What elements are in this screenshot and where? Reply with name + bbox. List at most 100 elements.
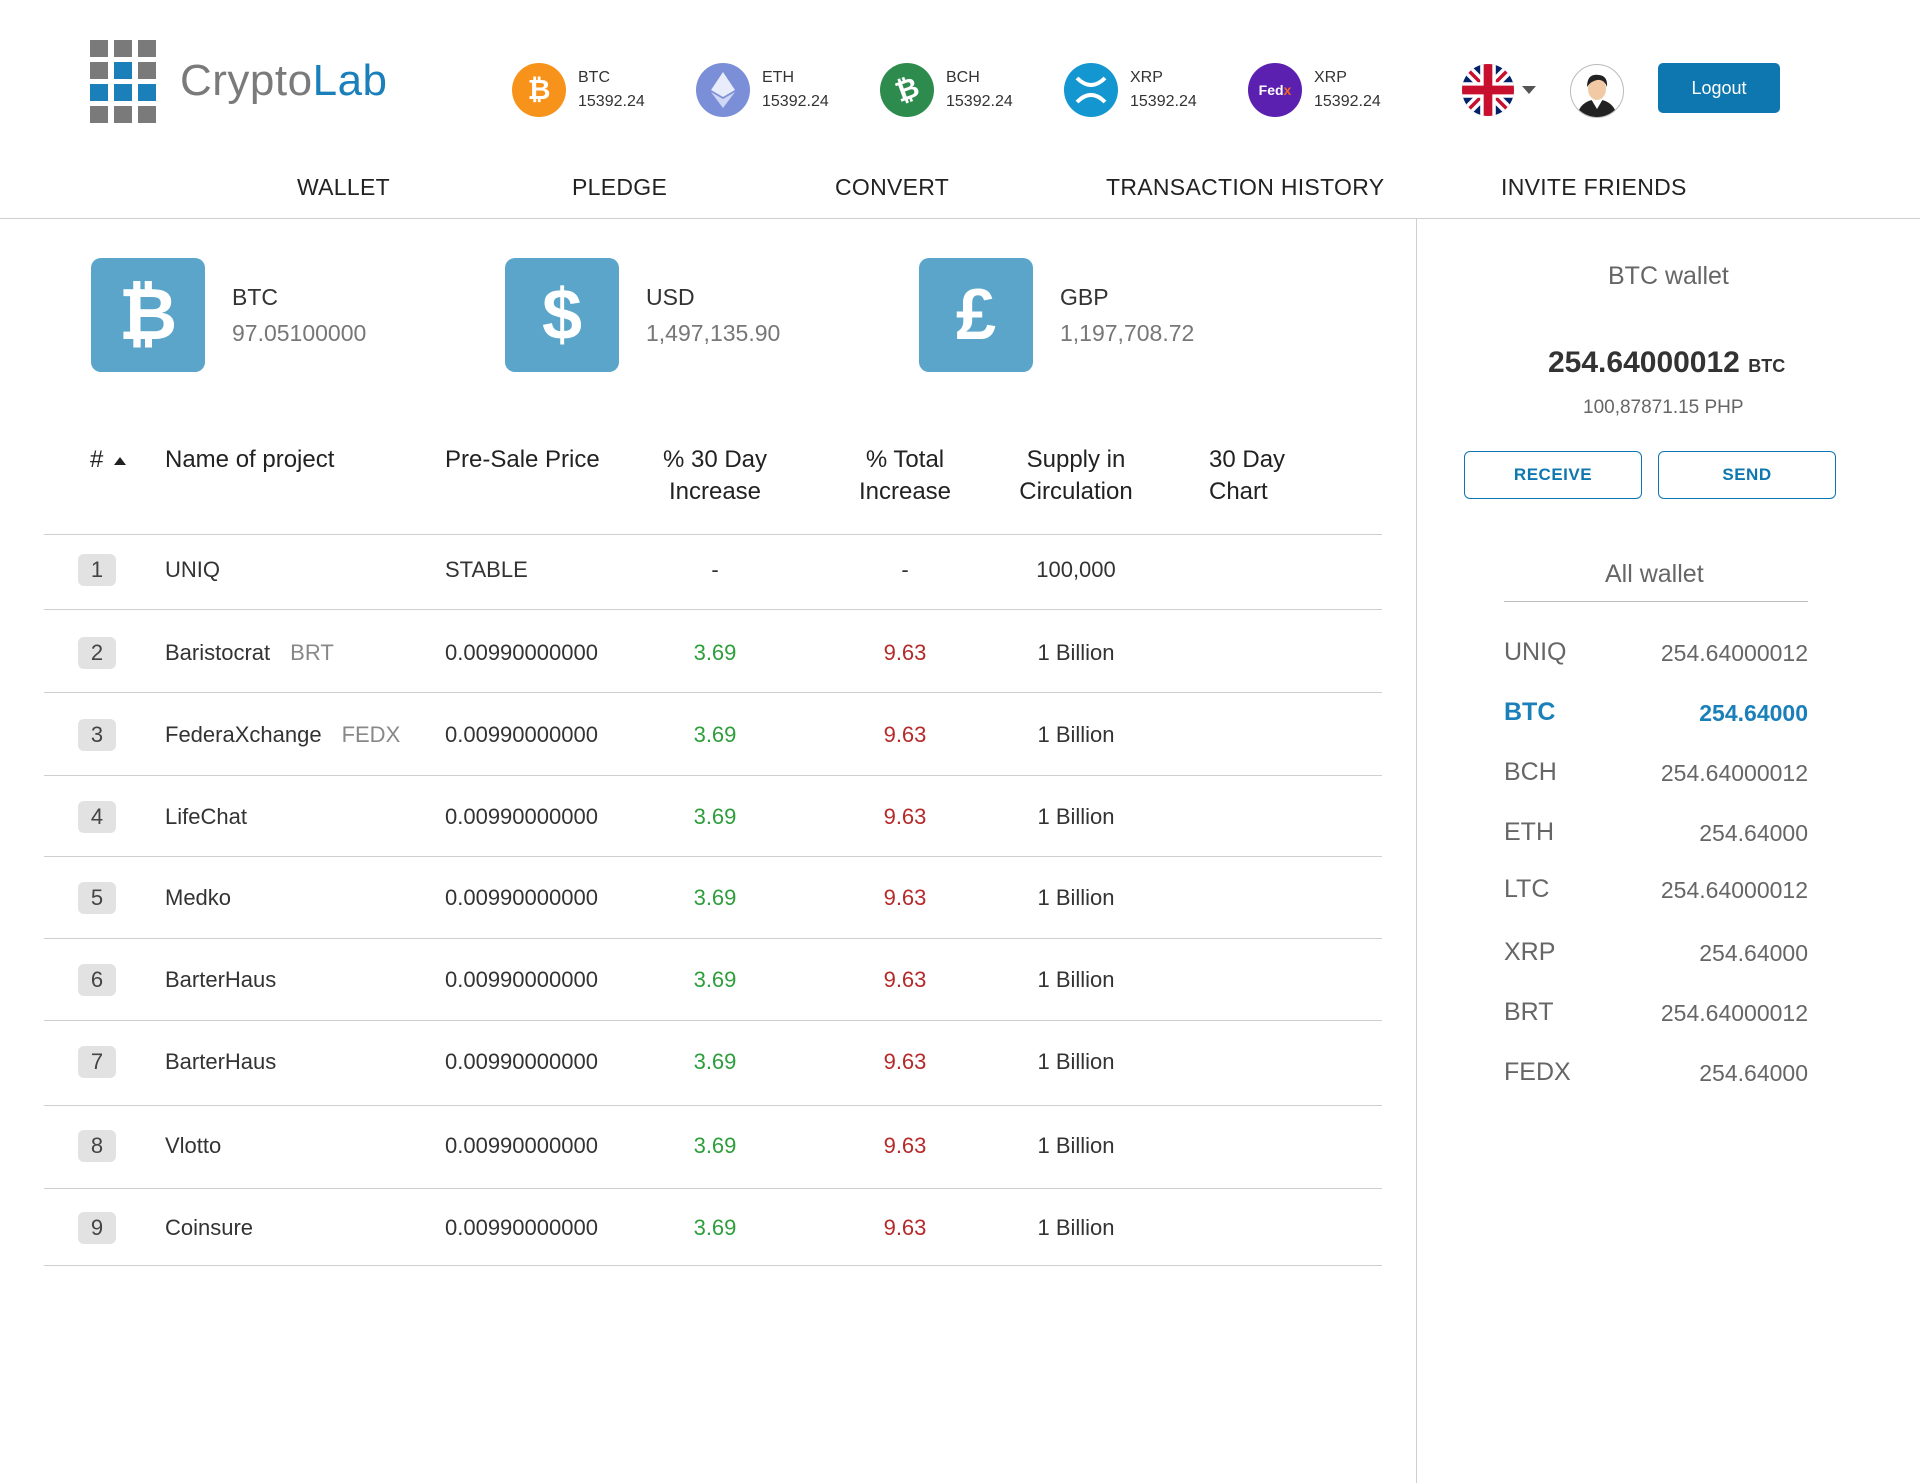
wallet-item-code[interactable]: BCH: [1504, 758, 1557, 787]
increase-30day: 3.69: [693, 804, 737, 829]
wallet-item-code[interactable]: LTC: [1504, 875, 1549, 904]
project-name-text: LifeChat: [165, 804, 247, 829]
increase-total: 9.63: [883, 885, 927, 910]
row-number-badge: 6: [78, 964, 116, 996]
row-number-badge: 3: [78, 719, 116, 751]
project-name[interactable]: BarterHaus: [165, 1049, 276, 1075]
header-supply[interactable]: Supply in Circulation: [1000, 444, 1152, 508]
presale-price: 0.00990000000: [445, 1049, 598, 1074]
balance-code-gbp: GBP: [1060, 284, 1109, 310]
wallet-item-amount: 254.64000012: [1660, 1000, 1808, 1026]
presale-price: 0.00990000000: [445, 967, 598, 992]
header-total-line2: Increase: [858, 478, 952, 505]
ticker-item-eth[interactable]: ETH 15392.24: [696, 62, 829, 118]
logo-mark: [90, 40, 156, 123]
sort-up-icon: [114, 456, 127, 465]
wallet-balance-value: 254.64000012: [1548, 346, 1740, 379]
wallet-item-code[interactable]: FEDX: [1504, 1058, 1571, 1087]
project-name[interactable]: Vlotto: [165, 1133, 221, 1159]
header-30day-chart[interactable]: 30 Day Chart: [1209, 444, 1285, 508]
header-total-increase[interactable]: % Total Increase: [830, 444, 980, 508]
increase-total: 9.63: [883, 804, 927, 829]
ticker-symbol: ETH: [762, 69, 794, 86]
project-name[interactable]: BarterHaus: [165, 967, 276, 993]
increase-30day: 3.69: [693, 967, 737, 992]
bitcoin-icon: ₿: [512, 63, 566, 117]
nav-pledge[interactable]: PLEDGE: [572, 174, 667, 201]
project-name[interactable]: Medko: [165, 885, 231, 911]
nav-transaction-history[interactable]: TRANSACTION HISTORY: [1106, 174, 1384, 201]
increase-30day: -: [711, 557, 719, 582]
row-divider: [44, 775, 1382, 776]
ticker-price: 15392.24: [946, 93, 1013, 110]
project-name[interactable]: Coinsure: [165, 1215, 253, 1241]
increase-30day: 3.69: [693, 640, 737, 665]
presale-price: 0.00990000000: [445, 804, 598, 829]
send-button[interactable]: SEND: [1658, 451, 1836, 499]
supply-circulation: 1 Billion: [1037, 967, 1115, 992]
wallet-item-code[interactable]: ETH: [1504, 818, 1554, 847]
project-name[interactable]: FederaXchange FEDX: [165, 722, 400, 748]
wallet-item-amount: 254.64000012: [1660, 760, 1808, 786]
row-number-badge: 2: [78, 637, 116, 669]
project-name-text: BarterHaus: [165, 1049, 277, 1074]
header-chart-line1: 30 Day: [1209, 446, 1286, 473]
nav-wallet[interactable]: WALLET: [297, 174, 390, 201]
header-name[interactable]: Name of project: [165, 444, 334, 476]
header-number-label: #: [90, 446, 104, 473]
header-divider: [0, 218, 1920, 219]
project-name[interactable]: UNIQ: [165, 557, 220, 583]
wallet-item-amount: 254.64000: [1699, 1060, 1808, 1086]
header-price[interactable]: Pre-Sale Price: [445, 444, 600, 476]
wallet-item-code[interactable]: BRT: [1504, 998, 1554, 1027]
increase-30day: 3.69: [693, 722, 737, 747]
dollar-icon: $: [505, 258, 619, 372]
supply-circulation: 1 Billion: [1037, 1049, 1115, 1074]
header-number[interactable]: #: [90, 444, 127, 476]
header-supply-line2: Circulation: [1019, 478, 1133, 505]
header-30day-increase[interactable]: % 30 Day Increase: [640, 444, 790, 508]
increase-total: 9.63: [883, 967, 927, 992]
project-name[interactable]: Baristocrat BRT: [165, 640, 334, 666]
increase-total: 9.63: [883, 640, 927, 665]
ticker-item-xrp[interactable]: XRP 15392.24: [1064, 62, 1197, 118]
brand-name[interactable]: CryptoLab: [180, 56, 388, 106]
ticker-item-fedx[interactable]: Fed x XRP 15392.24: [1248, 62, 1381, 118]
header-30day-line1: % 30 Day: [662, 446, 768, 473]
ticker-price: 15392.24: [1314, 93, 1381, 110]
wallet-item-code[interactable]: XRP: [1504, 938, 1555, 967]
nav-convert[interactable]: CONVERT: [835, 174, 949, 201]
wallet-balance: 254.64000012 BTC: [1548, 346, 1785, 380]
header-chart-line2: Chart: [1209, 478, 1268, 505]
header-30day-line2: Increase: [668, 478, 762, 505]
nav-invite-friends[interactable]: INVITE FRIENDS: [1501, 174, 1687, 201]
ticker-item-bch[interactable]: ₿ BCH 15392.24: [880, 62, 1013, 118]
balance-code-usd: USD: [646, 284, 695, 310]
ticker-symbol: BCH: [946, 69, 980, 86]
balance-amount-usd: 1,497,135.90: [646, 320, 781, 346]
increase-total: 9.63: [883, 1133, 927, 1158]
wallet-balance-unit: BTC: [1748, 356, 1786, 376]
row-number-badge: 9: [78, 1212, 116, 1244]
ticker-price: 15392.24: [762, 93, 829, 110]
project-name[interactable]: LifeChat: [165, 804, 247, 830]
row-divider: [44, 1105, 1382, 1106]
all-wallet-divider: [1504, 601, 1808, 602]
receive-button[interactable]: RECEIVE: [1464, 451, 1642, 499]
avatar[interactable]: [1570, 64, 1624, 118]
uk-flag-icon[interactable]: [1462, 64, 1514, 116]
wallet-item-code[interactable]: UNIQ: [1504, 638, 1567, 667]
supply-circulation: 1 Billion: [1037, 1133, 1115, 1158]
balance-amount-gbp: 1,197,708.72: [1060, 320, 1195, 346]
project-symbol: FEDX: [341, 722, 401, 747]
brand-part1: Crypto: [180, 56, 313, 105]
header-total-line1: % Total: [865, 446, 945, 473]
increase-total: 9.63: [883, 1049, 927, 1074]
wallet-item-code[interactable]: BTC: [1504, 698, 1555, 727]
chevron-down-icon[interactable]: [1522, 86, 1536, 94]
logout-button[interactable]: Logout: [1658, 63, 1780, 113]
panel-divider: [1416, 219, 1417, 1483]
ticker-item-btc[interactable]: ₿ BTC 15392.24: [512, 62, 645, 118]
wallet-item-amount: 254.64000012: [1660, 640, 1808, 666]
project-name-text: Coinsure: [165, 1215, 254, 1240]
